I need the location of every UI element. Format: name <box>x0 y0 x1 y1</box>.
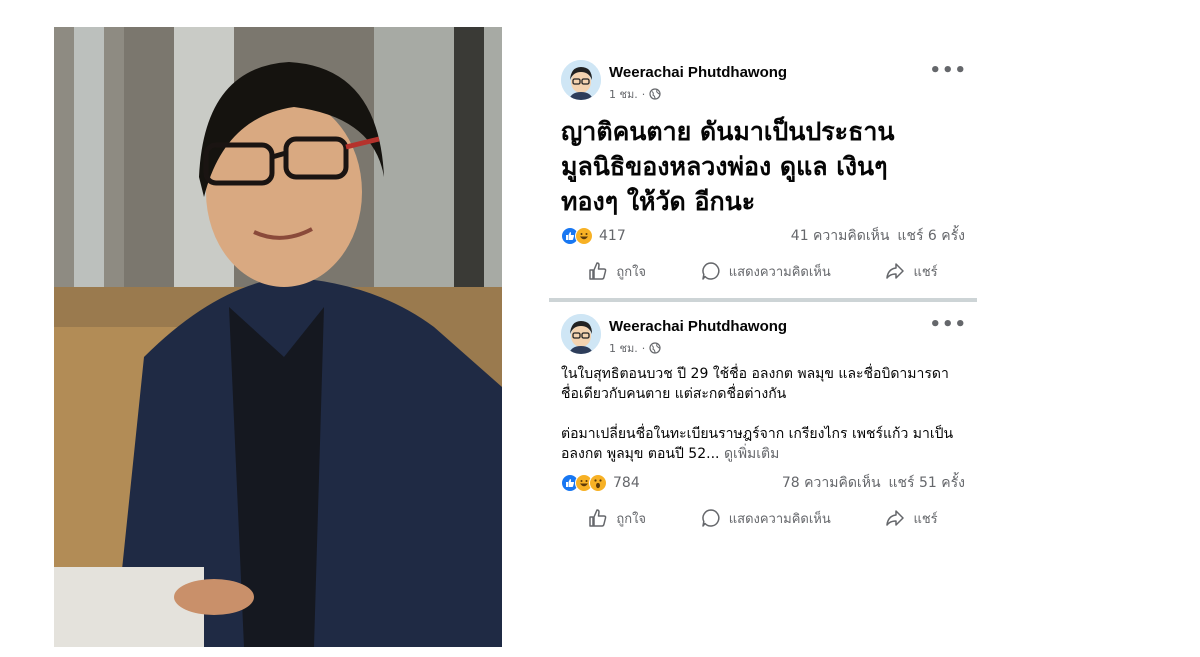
comments-count[interactable]: 78 ความคิดเห็น <box>782 472 881 494</box>
post-meta: 1 ชม. · <box>609 85 661 103</box>
thumbs-up-icon <box>588 508 608 528</box>
share-icon <box>885 508 905 528</box>
shares-count[interactable]: แชร์ 51 ครั้ง <box>889 472 965 494</box>
comment-button[interactable]: แสดงความคิดเห็น <box>701 261 831 282</box>
headline-line: มูลนิธิของหลวงพ่อง ดูแล เงินๆ <box>561 152 888 181</box>
comment-label: แสดงความคิดเห็น <box>728 511 831 527</box>
like-label: ถูกใจ <box>616 511 647 527</box>
wow-reaction-icon <box>589 474 607 492</box>
post-stats: 784 78 ความคิดเห็น แชร์ 51 ครั้ง <box>561 470 965 496</box>
post-header: Weerachai Phutdhawong 1 ชม. · ••• <box>549 312 977 362</box>
post-header: Weerachai Phutdhawong 1 ชม. · ••• <box>549 58 977 108</box>
post-stats: 417 41 ความคิดเห็น แชร์ 6 ครั้ง <box>561 223 965 249</box>
comment-icon <box>701 508 721 528</box>
shares-count[interactable]: แชร์ 6 ครั้ง <box>897 225 965 247</box>
globe-icon <box>649 342 661 354</box>
share-button[interactable]: แชร์ <box>885 261 938 282</box>
headline-line: ทองๆ ให้วัด อีกนะ <box>561 187 756 216</box>
portrait-photo <box>54 27 502 647</box>
share-label: แชร์ <box>913 511 938 527</box>
paragraph-line: อลงกต พูลมุข ตอนปี 52... <box>561 446 720 462</box>
paragraph-line: ต่อมาเปลี่ยนชื่อในทะเบียนราษฎร์จาก เกรีย… <box>561 426 954 442</box>
post-body: ในใบสุทธิตอนบวช ปี 29 ใช้ชื่อ อลงกต พลมุ… <box>561 364 965 464</box>
post-actions: ถูกใจ แสดงความคิดเห็น แชร์ <box>561 496 965 540</box>
comments-count[interactable]: 41 ความคิดเห็น <box>791 225 890 247</box>
share-button[interactable]: แชร์ <box>885 508 938 529</box>
post-paragraph: ต่อมาเปลี่ยนชื่อในทะเบียนราษฎร์จาก เกรีย… <box>561 424 965 464</box>
globe-icon <box>649 88 661 100</box>
comment-icon <box>701 261 721 281</box>
paragraph-line: ชื่อเดียวกับคนตาย แต่สะกดชื่อต่างกัน <box>561 386 787 402</box>
post-actions: ถูกใจ แสดงความคิดเห็น แชร์ <box>561 249 965 293</box>
reaction-count: 784 <box>613 475 640 491</box>
like-button[interactable]: ถูกใจ <box>588 261 646 282</box>
meta-separator: · <box>641 341 646 355</box>
like-button[interactable]: ถูกใจ <box>588 508 646 529</box>
headline-line: ญาติคนตาย ดันมาเป็นประธาน <box>561 117 895 146</box>
reactions-summary[interactable]: 784 <box>561 474 640 492</box>
author-name[interactable]: Weerachai Phutdhawong <box>609 318 787 335</box>
share-icon <box>885 261 905 281</box>
post-2: Weerachai Phutdhawong 1 ชม. · ••• ในใบสุ… <box>549 312 977 540</box>
post-time[interactable]: 1 ชม. <box>609 339 638 357</box>
comment-label: แสดงความคิดเห็น <box>728 264 831 280</box>
post-paragraph: ในใบสุทธิตอนบวช ปี 29 ใช้ชื่อ อลงกต พลมุ… <box>561 364 965 404</box>
comment-button[interactable]: แสดงความคิดเห็น <box>701 508 831 529</box>
post-headline: ญาติคนตาย ดันมาเป็นประธาน มูลนิธิของหลวง… <box>561 114 965 219</box>
thumbs-up-icon <box>588 261 608 281</box>
more-options-icon[interactable]: ••• <box>929 60 967 81</box>
post-1: Weerachai Phutdhawong 1 ชม. · ••• ญาติคน… <box>549 58 977 293</box>
avatar[interactable] <box>561 314 601 354</box>
reaction-count: 417 <box>599 228 626 244</box>
meta-separator: · <box>641 87 646 101</box>
post-meta: 1 ชม. · <box>609 339 661 357</box>
like-label: ถูกใจ <box>616 264 647 280</box>
paragraph-line: ในใบสุทธิตอนบวช ปี 29 ใช้ชื่อ อลงกต พลมุ… <box>561 366 949 382</box>
post-divider <box>549 298 977 302</box>
more-options-icon[interactable]: ••• <box>929 314 967 335</box>
see-more-link[interactable]: ดูเพิ่มเติม <box>724 446 779 462</box>
reactions-summary[interactable]: 417 <box>561 227 626 245</box>
post-time[interactable]: 1 ชม. <box>609 85 638 103</box>
author-name[interactable]: Weerachai Phutdhawong <box>609 64 787 81</box>
haha-reaction-icon <box>575 227 593 245</box>
share-label: แชร์ <box>913 264 938 280</box>
avatar[interactable] <box>561 60 601 100</box>
